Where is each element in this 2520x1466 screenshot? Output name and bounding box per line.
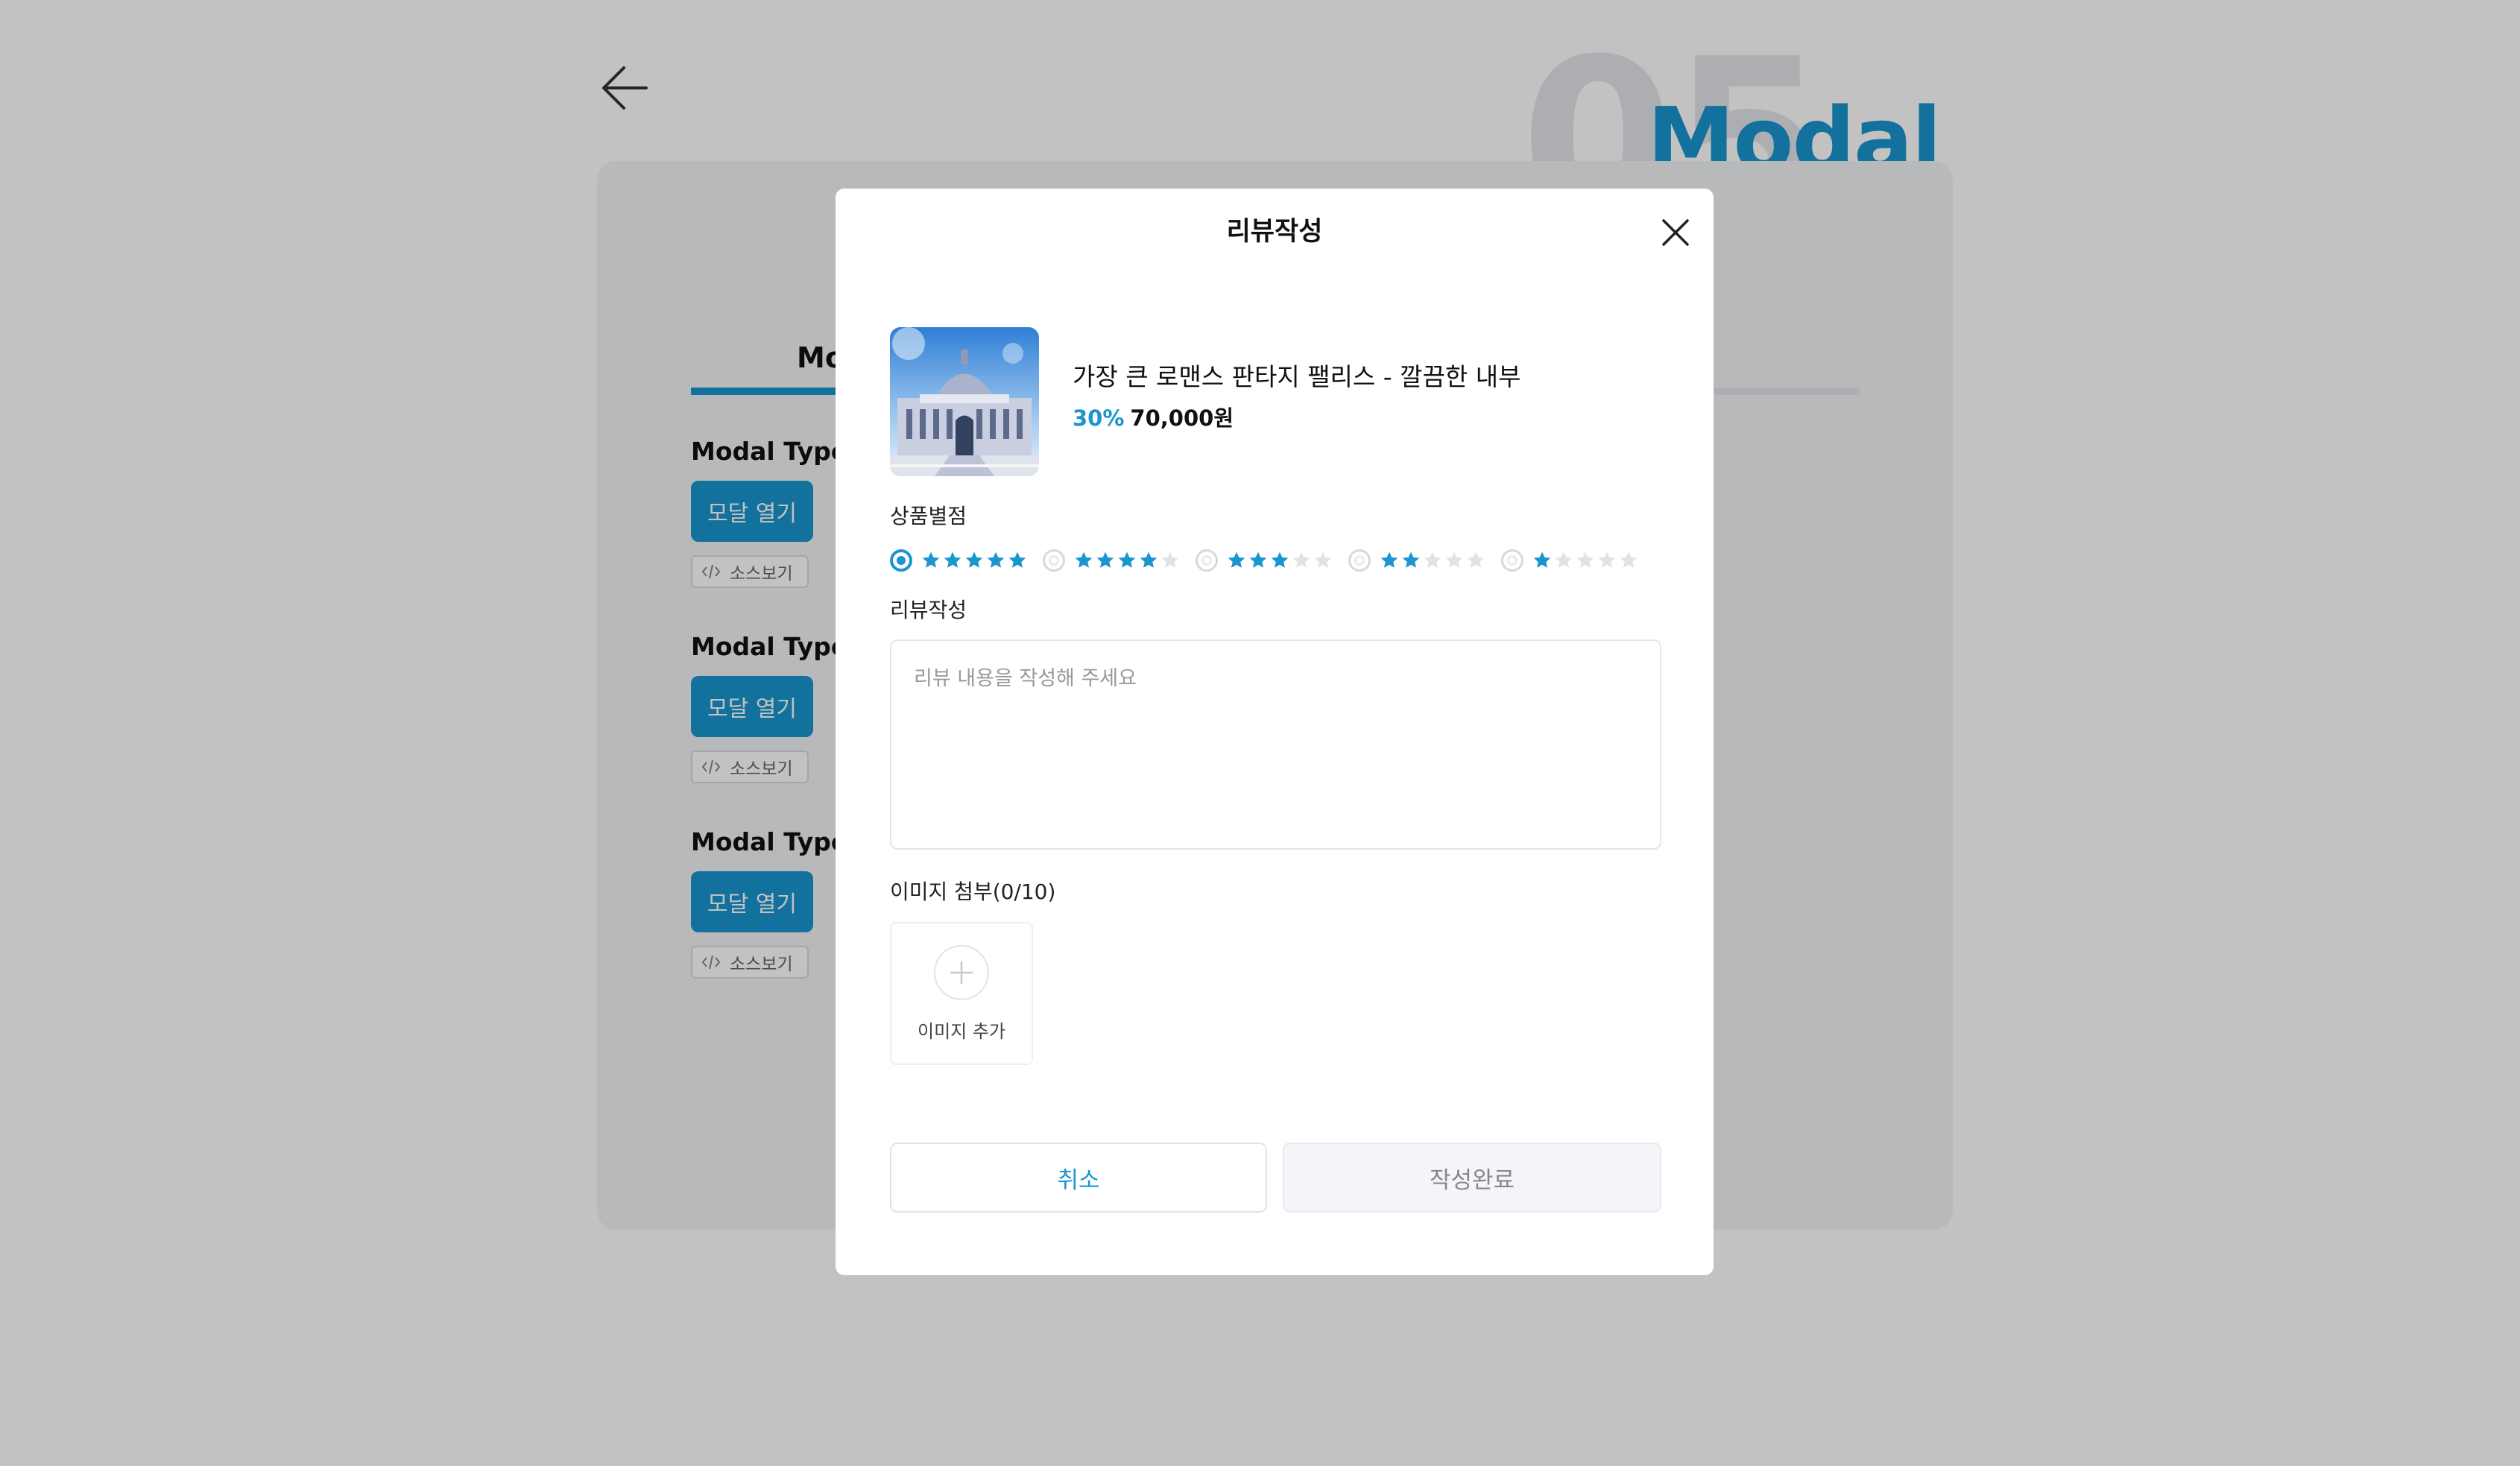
star-icon <box>987 552 1005 568</box>
star-icon <box>1096 552 1114 568</box>
star-icon <box>1118 552 1136 568</box>
submit-button[interactable]: 작성완료 <box>1283 1143 1661 1213</box>
star-icon <box>1598 552 1616 568</box>
radio-button[interactable] <box>1348 549 1371 572</box>
close-icon <box>1662 219 1689 246</box>
rating-option-2[interactable] <box>1348 549 1501 572</box>
cancel-button[interactable]: 취소 <box>890 1143 1267 1213</box>
star-icon <box>1467 552 1485 568</box>
star-icon <box>1314 552 1332 568</box>
modal-title: 리뷰작성 <box>1226 217 1323 247</box>
star-icon <box>1271 552 1289 568</box>
star-group <box>1532 551 1638 570</box>
star-icon <box>1445 552 1463 568</box>
star-group <box>1380 551 1485 570</box>
star-icon <box>1555 552 1573 568</box>
discount-rate: 30% <box>1073 405 1125 431</box>
star-group <box>1074 551 1180 570</box>
product-thumbnail <box>890 327 1039 476</box>
star-group <box>1227 551 1333 570</box>
star-icon <box>1292 552 1310 568</box>
star-icon <box>1228 552 1245 568</box>
price-row: 30% 70,000원 <box>1073 403 1234 433</box>
review-label: 리뷰작성 <box>890 598 967 622</box>
star-icon <box>1620 552 1638 568</box>
radio-dot <box>1201 555 1212 566</box>
star-icon <box>1249 552 1267 568</box>
radio-dot <box>1354 555 1365 566</box>
radio-button[interactable] <box>890 549 912 572</box>
review-textarea[interactable] <box>890 639 1661 850</box>
star-group <box>921 551 1027 570</box>
rating-option-4[interactable] <box>1043 549 1196 572</box>
add-image-label: 이미지 추가 <box>917 1020 1006 1042</box>
rating-option-3[interactable] <box>1196 549 1348 572</box>
radio-button[interactable] <box>1196 549 1218 572</box>
radio-button[interactable] <box>1501 549 1523 572</box>
rating-label: 상품별점 <box>890 504 967 528</box>
add-image-button[interactable]: 이미지 추가 <box>890 922 1033 1065</box>
image-attach-label: 이미지 첨부(0/10) <box>890 879 1056 904</box>
palace-image <box>890 327 1039 476</box>
close-button[interactable] <box>1654 211 1697 254</box>
star-icon <box>1576 552 1594 568</box>
plus-circle <box>934 944 989 1000</box>
product-name: 가장 큰 로맨스 판타지 팰리스 - 깔끔한 내부 <box>1073 362 1521 391</box>
product-price: 70,000원 <box>1130 405 1234 431</box>
radio-dot <box>897 556 906 565</box>
plus-icon <box>950 961 973 984</box>
rating-option-5[interactable] <box>890 549 1043 572</box>
radio-dot <box>1049 555 1059 566</box>
rating-option-1[interactable] <box>1501 549 1654 572</box>
star-icon <box>1424 552 1441 568</box>
star-icon <box>1075 552 1093 568</box>
star-icon <box>1140 552 1158 568</box>
rating-options <box>890 543 1654 578</box>
star-icon <box>922 552 940 568</box>
star-icon <box>1161 552 1179 568</box>
star-icon <box>1380 552 1398 568</box>
star-icon <box>965 552 983 568</box>
star-icon <box>1008 552 1026 568</box>
star-icon <box>1533 552 1551 568</box>
review-modal: 리뷰작성 가장 큰 로맨스 판타지 팰리스 - 깔끔한 내부 30% 70,00… <box>836 189 1714 1275</box>
star-icon <box>1402 552 1420 568</box>
star-icon <box>944 552 961 568</box>
radio-button[interactable] <box>1043 549 1065 572</box>
radio-dot <box>1507 555 1518 566</box>
